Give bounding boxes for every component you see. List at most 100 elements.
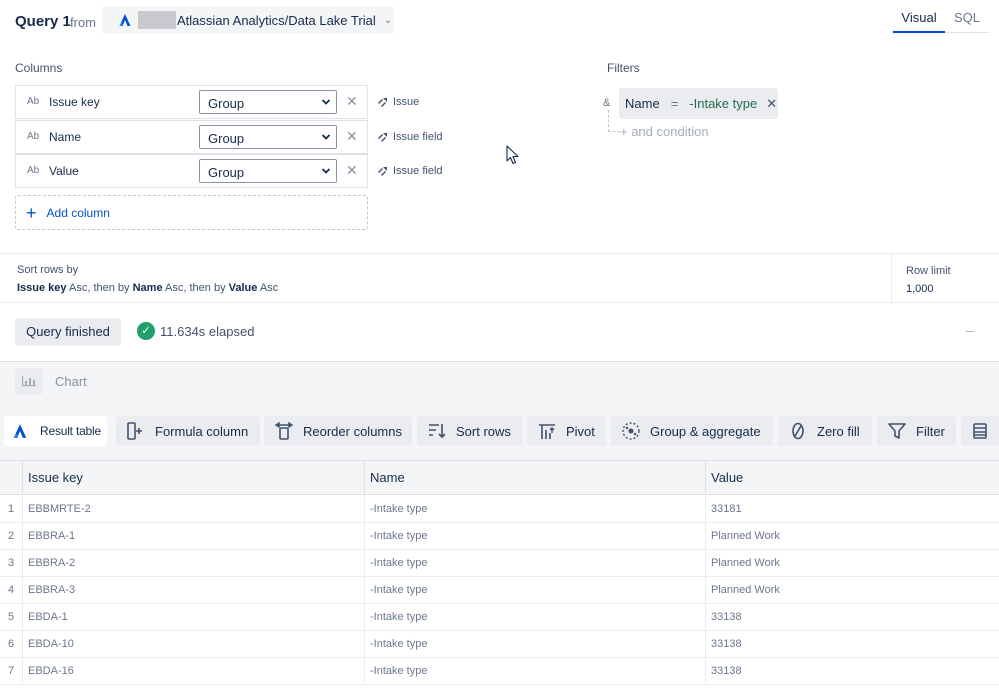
- tab-sql[interactable]: SQL: [945, 6, 989, 33]
- table-row[interactable]: 3 EBBRA-2 -Intake type Planned Work: [0, 550, 999, 577]
- sort-rows-label: Sort rows: [456, 423, 511, 439]
- text-type-icon: Ab: [27, 96, 40, 107]
- group-aggregate-button[interactable]: Group & aggregate: [611, 416, 773, 446]
- group-aggregate-icon: [622, 422, 640, 440]
- row-number: 6: [7, 638, 15, 650]
- sort-column: Name: [132, 282, 163, 294]
- sort-description[interactable]: Issue key Asc, then by Name Asc, then by…: [17, 282, 278, 294]
- table-row[interactable]: 5 EBDA-1 -Intake type 33138: [0, 604, 999, 631]
- cell-value: Planned Work: [705, 550, 999, 577]
- table-row[interactable]: 1 EBBMRTE-2 -Intake type 33181: [0, 496, 999, 523]
- table-row[interactable]: 6 EBDA-10 -Intake type 33138: [0, 631, 999, 658]
- remove-column-icon[interactable]: ✕: [346, 163, 358, 177]
- row-limit-label: Row limit: [906, 265, 951, 277]
- add-condition-button[interactable]: + and condition: [620, 124, 709, 139]
- formula-column-label: Formula column: [155, 423, 249, 439]
- cell-name: -Intake type: [364, 658, 705, 685]
- column-row[interactable]: Ab Name Group ✕: [15, 120, 368, 154]
- formula-column-button[interactable]: Formula column: [116, 416, 260, 446]
- remove-column-icon[interactable]: ✕: [346, 94, 358, 108]
- column-source: Issue: [377, 96, 419, 108]
- collapse-icon[interactable]: –: [966, 322, 974, 338]
- filter-chip[interactable]: Name = -Intake type ✕: [619, 88, 778, 119]
- cell-issue-key: EBBRA-3: [22, 577, 364, 604]
- jira-field-icon: [378, 97, 387, 107]
- column-header-issue-key[interactable]: Issue key: [22, 461, 364, 495]
- text-type-icon: Ab: [27, 165, 40, 176]
- cell-value: 33138: [705, 658, 999, 685]
- jira-field-icon: [378, 166, 387, 176]
- chevron-down-icon: [321, 134, 331, 140]
- sort-direction: Asc: [165, 282, 184, 294]
- cell-issue-key: EBDA-1: [22, 604, 364, 631]
- row-number: 3: [7, 557, 15, 569]
- group-aggregate-label: Group & aggregate: [650, 423, 761, 439]
- filter-button[interactable]: Filter: [877, 416, 956, 446]
- row-limit-value[interactable]: 1,000: [906, 283, 934, 295]
- remove-filter-icon[interactable]: ✕: [766, 96, 777, 112]
- add-column-button[interactable]: + Add column: [15, 195, 368, 230]
- sort-rows-icon: [429, 424, 446, 439]
- zero-fill-icon: [792, 422, 804, 440]
- bar-chart-icon: [15, 368, 43, 394]
- result-table-label: Result table: [40, 424, 101, 438]
- cell-name: -Intake type: [364, 577, 705, 604]
- check-circle-icon: ✓: [137, 322, 155, 340]
- column-row[interactable]: Ab Value Group ✕: [15, 154, 368, 188]
- from-label: from: [70, 15, 96, 30]
- more-steps-button[interactable]: [961, 416, 999, 446]
- tab-visual[interactable]: Visual: [893, 6, 945, 33]
- data-source-selector[interactable]: Atlassian Analytics/Data Lake Trial ⌄: [102, 6, 394, 34]
- query-title: Query 1: [15, 13, 71, 30]
- cell-value: 33138: [705, 631, 999, 658]
- aggregation-select[interactable]: Group: [199, 90, 337, 114]
- column-row[interactable]: Ab Issue key Group ✕: [15, 85, 368, 119]
- formula-column-icon: [127, 422, 142, 440]
- chart-step[interactable]: Chart: [15, 368, 87, 394]
- cell-name: -Intake type: [364, 550, 705, 577]
- column-header-name[interactable]: Name: [364, 461, 705, 495]
- table-row[interactable]: 2 EBBRA-1 -Intake type Planned Work: [0, 523, 999, 550]
- sort-label[interactable]: Sort rows by: [17, 264, 78, 276]
- plus-icon: +: [26, 202, 37, 223]
- zero-fill-button[interactable]: Zero fill: [778, 416, 872, 446]
- chevron-down-icon: ⌄: [383, 14, 393, 26]
- cell-name: -Intake type: [364, 523, 705, 550]
- cell-issue-key: EBBRA-2: [22, 550, 364, 577]
- reorder-columns-label: Reorder columns: [303, 423, 402, 439]
- atlassian-logo-icon: [119, 14, 131, 26]
- table-header: Issue key Name Value: [0, 461, 999, 495]
- transform-toolbar: Result table Formula column Reorder colu…: [0, 412, 999, 452]
- row-number: 7: [7, 665, 15, 677]
- sort-separator: , then by: [87, 282, 133, 294]
- result-table: Issue key Name Value 1 EBBMRTE-2 -Intake…: [0, 460, 999, 689]
- sort-and-limit-bar: Sort rows by Issue key Asc, then by Name…: [0, 253, 999, 304]
- column-source-label: Issue field: [393, 131, 443, 143]
- and-connector: &: [603, 97, 611, 109]
- table-row[interactable]: 4 EBBRA-3 -Intake type Planned Work: [0, 577, 999, 604]
- reorder-columns-button[interactable]: Reorder columns: [264, 416, 412, 446]
- remove-column-icon[interactable]: ✕: [346, 129, 358, 143]
- mode-tabs: Visual SQL: [893, 6, 989, 33]
- aggregation-select[interactable]: Group: [199, 125, 337, 149]
- sort-column: Issue key: [17, 282, 67, 294]
- row-number: 5: [7, 611, 15, 623]
- aggregation-select[interactable]: Group: [199, 159, 337, 183]
- jira-field-icon: [378, 132, 387, 142]
- sort-rows-button[interactable]: Sort rows: [417, 416, 522, 446]
- add-column-label: Add column: [46, 205, 110, 220]
- column-source-label: Issue: [393, 96, 420, 108]
- filter-field: Name: [625, 96, 660, 111]
- pivot-button[interactable]: Pivot: [527, 416, 606, 446]
- column-header-value[interactable]: Value: [705, 461, 999, 495]
- column-source: Issue field: [377, 165, 443, 177]
- result-table-button[interactable]: Result table: [4, 416, 107, 446]
- chevron-down-icon: [321, 168, 331, 174]
- cell-name: -Intake type: [364, 631, 705, 658]
- table-row[interactable]: 7 EBDA-16 -Intake type 33138: [0, 658, 999, 685]
- sort-separator: , then by: [183, 282, 229, 294]
- cell-name: -Intake type: [364, 496, 705, 523]
- pivot-icon: [539, 424, 555, 439]
- column-source: Issue field: [377, 131, 443, 143]
- cell-value: 33138: [705, 604, 999, 631]
